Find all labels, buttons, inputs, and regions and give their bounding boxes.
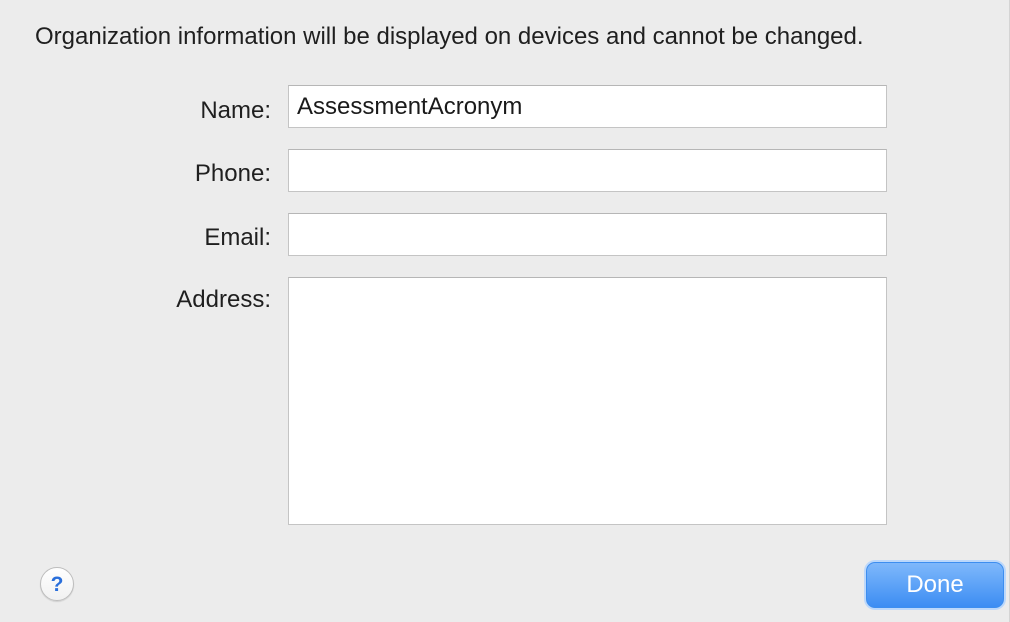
organization-info-sheet: Organization information will be display… (0, 0, 1010, 622)
address-label: Address: (176, 286, 271, 313)
name-field[interactable] (288, 85, 887, 128)
email-label: Email: (204, 224, 271, 251)
address-field[interactable] (288, 277, 887, 525)
phone-field[interactable] (288, 149, 887, 192)
question-mark-icon: ? (50, 572, 64, 596)
info-text: Organization information will be display… (35, 23, 864, 50)
phone-label: Phone: (194, 160, 271, 187)
done-button[interactable]: Done (866, 562, 1004, 608)
name-label: Name: (200, 97, 271, 124)
email-field[interactable] (288, 213, 887, 256)
help-button[interactable]: ? (40, 567, 74, 601)
